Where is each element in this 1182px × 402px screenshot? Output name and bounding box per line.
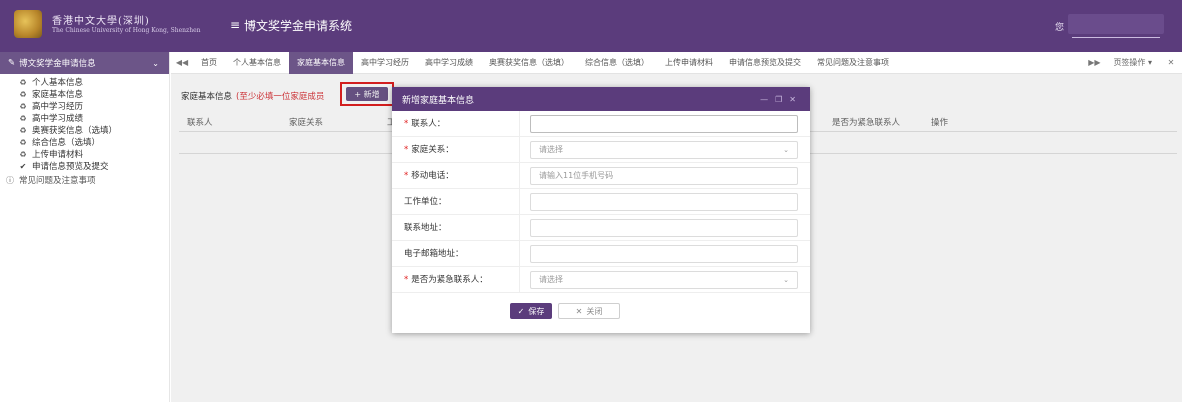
close-button[interactable]: ✕ 关闭 [558,303,620,319]
form-row-contact: * 联系人： [392,111,810,137]
maximize-icon[interactable]: ❐ [775,95,782,104]
sidebar-item-preview-submit[interactable]: ✔ 申请信息预览及提交 [0,161,169,173]
sidebar-item-comprehensive[interactable]: ♻ 综合信息（选填） [0,137,169,149]
tab-highschool-history[interactable]: 高中学习经历 [353,52,417,74]
scroll-right-icon[interactable]: ▶▶ [1083,58,1105,67]
menu-toggle-icon[interactable]: ≡ [230,18,240,32]
page-ops-label: 页签操作 [1113,57,1146,67]
minimize-icon[interactable]: — [760,95,768,104]
tab-preview-submit[interactable]: 申请信息预览及提交 [721,52,809,74]
tab-upload[interactable]: 上传申请材料 [657,52,721,74]
sidebar-item-label: 高中学习成绩 [32,114,84,124]
field-label: 电子邮箱地址： [392,241,520,267]
field-label: * 家庭关系： [392,137,520,163]
sidebar-item-personal-info[interactable]: ♻ 个人基本信息 [0,77,169,89]
add-family-dialog: 新增家庭基本信息 — ❐ ✕ * 联系人： * 家庭关系： 请选择 ⌄ * 移动电话： … [392,87,810,333]
close-all-icon[interactable]: ✕ [1160,58,1182,67]
form-row-mobile: * 移动电话： 请输入11位手机号码 [392,163,810,189]
sidebar: ✎ 博文奖学金申请信息 ⌄ ♻ 个人基本信息 ♻ 家庭基本信息 ♻ 高中学习经历 ♻ 高… [0,52,170,402]
check-icon: ✔ [19,162,27,171]
sidebar-item-family-info[interactable]: ♻ 家庭基本信息 [0,89,169,101]
dialog-title: 新增家庭基本信息 [402,95,475,106]
required-mark: * [404,119,409,129]
form-row-address: 联系地址： [392,215,810,241]
required-mark: * [404,171,409,181]
page-ops-menu[interactable]: 页签操作 ▾ [1105,52,1160,74]
form-row-email: 电子邮箱地址： [392,241,810,267]
field-label: * 是否为紧急联系人： [392,267,520,293]
emergency-contact-select[interactable]: 请选择 ⌄ [530,271,798,289]
form-row-emergency: * 是否为紧急联系人： 请选择 ⌄ [392,267,810,293]
system-title: 博文奖学金申请系统 [244,19,353,33]
sidebar-item-upload[interactable]: ♻ 上传申请材料 [0,149,169,161]
edit-icon: ✎ [8,58,16,68]
sidebar-item-label: 家庭基本信息 [32,90,84,100]
user-greeting: 您 [1054,23,1064,33]
sidebar-item-highschool-history[interactable]: ♻ 高中学习经历 [0,101,169,113]
recycle-icon: ♻ [19,126,27,135]
sidebar-title: 博文奖学金申请信息 [19,59,96,69]
scroll-left-icon[interactable]: ◀◀ [171,58,193,67]
sidebar-item-label: 上传申请材料 [32,150,84,160]
sidebar-item-highschool-grades[interactable]: ♻ 高中学习成绩 [0,113,169,125]
tab-family-info[interactable]: 家庭基本信息 [289,51,353,74]
sidebar-item-label: 申请信息预览及提交 [32,162,109,172]
tab-help[interactable]: 常见问题及注意事项 [809,52,897,74]
required-mark: * [404,275,409,285]
close-icon: ✕ [575,306,583,316]
sidebar-item-label: 高中学习经历 [32,102,84,112]
field-label: 联系地址： [392,215,520,241]
recycle-icon: ♻ [19,102,27,111]
tab-comprehensive[interactable]: 综合信息（选填） [577,52,657,74]
help-icon: ⓘ [6,176,14,185]
tab-personal-info[interactable]: 个人基本信息 [225,52,289,74]
chevron-down-icon: ⌄ [783,146,789,154]
field-label: * 移动电话： [392,163,520,189]
dialog-footer: ✓ 保存 ✕ 关闭 [392,301,810,333]
sidebar-item-label: 常见问题及注意事项 [19,176,96,186]
sidebar-header[interactable]: ✎ 博文奖学金申请信息 ⌄ [0,52,169,74]
top-header: 香港中文大學(深圳) The Chinese University of Hon… [0,0,1182,52]
tab-home[interactable]: 首页 [193,52,225,74]
tab-olympiad[interactable]: 奥赛获奖信息（选填） [481,52,577,74]
relation-select[interactable]: 请选择 ⌄ [530,141,798,159]
email-input[interactable] [530,245,798,263]
recycle-icon: ♻ [19,90,27,99]
form-row-employer: 工作单位： [392,189,810,215]
required-mark: * [404,145,409,155]
sidebar-item-label: 个人基本信息 [32,78,84,88]
dialog-header: 新增家庭基本信息 — ❐ ✕ [392,87,810,111]
address-input[interactable] [530,219,798,237]
employer-input[interactable] [530,193,798,211]
field-label: * 联系人： [392,111,520,137]
recycle-icon: ♻ [19,150,27,159]
save-button[interactable]: ✓ 保存 [510,303,552,319]
sidebar-item-help[interactable]: ⓘ 常见问题及注意事项 [0,175,169,187]
tab-bar: ◀◀ 首页 个人基本信息 家庭基本信息 高中学习经历 高中学习成绩 奥赛获奖信息… [171,51,1182,74]
sidebar-item-label: 综合信息（选填） [32,138,101,148]
mobile-input[interactable]: 请输入11位手机号码 [530,167,798,185]
recycle-icon: ♻ [19,114,27,123]
form-row-relation: * 家庭关系： 请选择 ⌄ [392,137,810,163]
school-name-cn: 香港中文大學(深圳) [52,16,150,27]
university-logo [14,10,42,38]
sidebar-item-label: 奥赛获奖信息（选填） [32,126,118,136]
user-menu[interactable] [1068,14,1164,38]
close-icon[interactable]: ✕ [789,95,796,104]
chevron-down-icon: ⌄ [783,276,789,284]
field-label: 工作单位： [392,189,520,215]
contact-name-input[interactable] [530,115,798,133]
tab-highschool-grades[interactable]: 高中学习成绩 [417,52,481,74]
check-icon: ✓ [517,306,525,316]
recycle-icon: ♻ [19,138,27,147]
chevron-down-icon: ⌄ [152,58,159,68]
sidebar-item-olympiad[interactable]: ♻ 奥赛获奖信息（选填） [0,125,169,137]
school-name-en: The Chinese University of Hong Kong, She… [52,27,201,34]
recycle-icon: ♻ [19,78,27,87]
